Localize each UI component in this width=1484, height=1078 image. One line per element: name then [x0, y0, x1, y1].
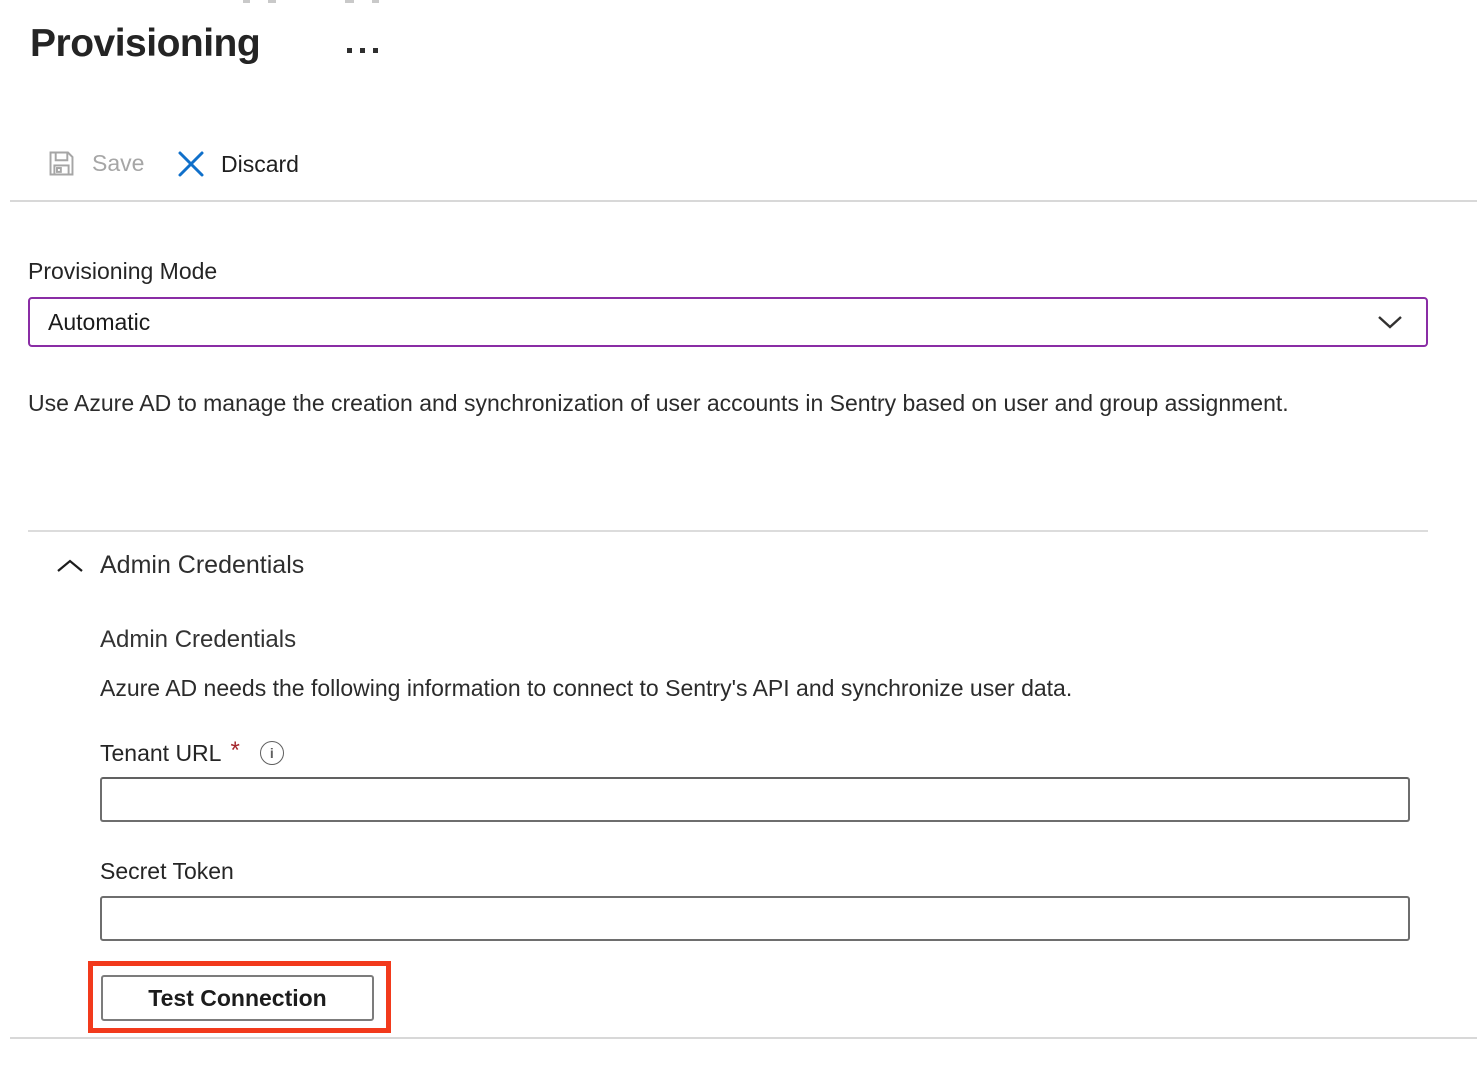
provisioning-mode-dropdown[interactable]: Automatic [28, 297, 1428, 347]
secret-token-input[interactable] [100, 896, 1410, 941]
info-icon[interactable]: i [260, 741, 284, 765]
admin-credentials-description: Azure AD needs the following information… [100, 675, 1072, 702]
admin-credentials-section-title[interactable]: Admin Credentials [100, 551, 304, 580]
section-divider [28, 530, 1428, 532]
page-title: Provisioning [30, 22, 260, 66]
admin-credentials-subtitle: Admin Credentials [100, 626, 296, 654]
toolbar-divider [10, 200, 1477, 202]
discard-button[interactable]: Discard [175, 148, 299, 180]
tenant-url-label: Tenant URL [100, 740, 221, 767]
cut-off-text-fragment [345, 0, 354, 3]
floppy-disk-icon [46, 148, 77, 179]
save-button-label: Save [92, 150, 144, 177]
ellipsis-icon [360, 48, 365, 53]
x-icon [175, 148, 207, 180]
provisioning-mode-selected-value: Automatic [48, 309, 1376, 336]
provisioning-mode-label: Provisioning Mode [28, 258, 217, 285]
admin-credentials-collapse-toggle[interactable] [54, 557, 86, 575]
discard-button-label: Discard [221, 151, 299, 178]
test-connection-button-label: Test Connection [148, 985, 326, 1012]
bottom-divider [10, 1037, 1477, 1039]
ellipsis-icon [347, 48, 352, 53]
required-marker: * [230, 737, 239, 765]
more-options-button[interactable] [347, 48, 378, 53]
chevron-up-icon [54, 557, 86, 575]
tenant-url-label-row: Tenant URL * i [100, 739, 284, 767]
test-connection-button[interactable]: Test Connection [101, 975, 374, 1021]
cut-off-text-fragment [372, 0, 379, 3]
chevron-down-icon [1376, 314, 1404, 330]
cut-off-text-fragment [243, 0, 250, 3]
ellipsis-icon [373, 48, 378, 53]
save-button[interactable]: Save [46, 148, 144, 179]
provisioning-mode-description: Use Azure AD to manage the creation and … [28, 382, 1338, 424]
secret-token-label: Secret Token [100, 858, 234, 885]
tenant-url-input[interactable] [100, 777, 1410, 822]
cut-off-text-fragment [268, 0, 276, 3]
